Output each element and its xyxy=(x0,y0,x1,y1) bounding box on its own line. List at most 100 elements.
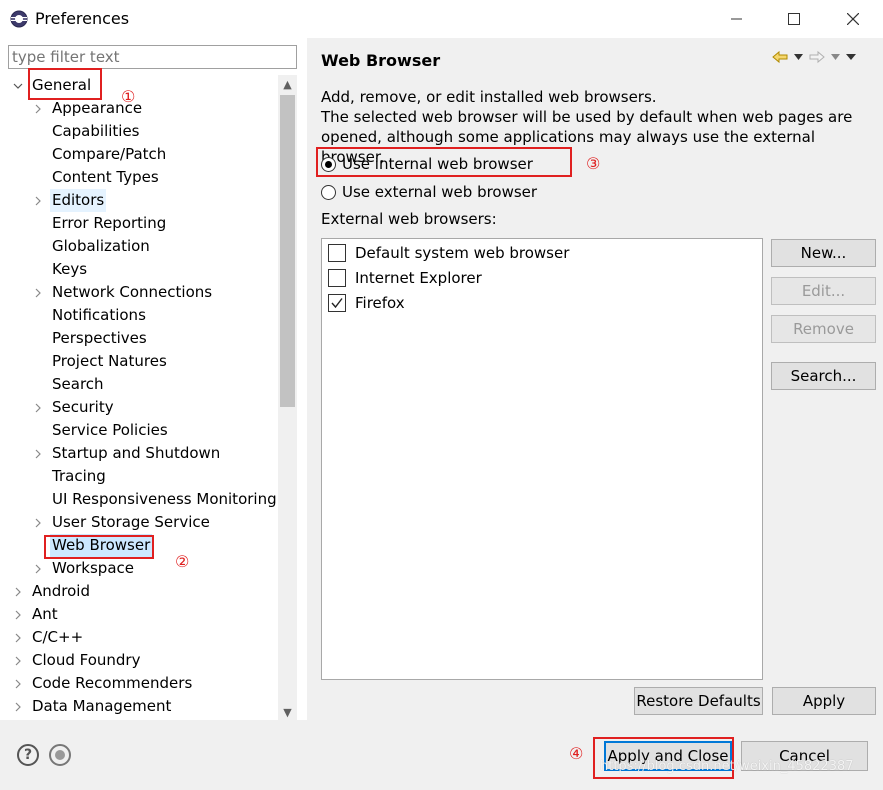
radio-external[interactable] xyxy=(321,184,336,200)
chevron-right-icon[interactable] xyxy=(32,511,44,534)
scrollbar-thumb[interactable] xyxy=(280,95,295,407)
chevron-right-icon[interactable] xyxy=(12,672,24,695)
edit-button[interactable]: Edit... xyxy=(771,277,876,305)
forward-arrow-icon[interactable] xyxy=(809,50,825,64)
external-browser-option[interactable]: Use external web browser xyxy=(321,180,537,204)
tree-item[interactable]: Workspace xyxy=(8,557,278,580)
tree-item-label: Startup and Shutdown xyxy=(52,444,221,462)
tree-item[interactable]: Capabilities xyxy=(8,120,278,143)
tree-item-label: Security xyxy=(52,398,114,416)
chevron-right-icon[interactable] xyxy=(32,97,44,120)
tree-item[interactable]: Tracing xyxy=(8,465,278,488)
browser-checkbox[interactable] xyxy=(328,269,346,287)
tree-item-label: User Storage Service xyxy=(52,513,210,531)
tree-item-label: Capabilities xyxy=(52,122,140,140)
tree-item[interactable]: Error Reporting xyxy=(8,212,278,235)
tree-item[interactable]: Code Recommenders xyxy=(8,672,278,695)
preference-tree-panel: GeneralAppearanceCapabilitiesCompare/Pat… xyxy=(0,38,308,721)
chevron-right-icon[interactable] xyxy=(32,189,44,212)
remove-button[interactable]: Remove xyxy=(771,315,876,343)
description-line: Add, remove, or edit installed web brows… xyxy=(321,88,657,106)
restore-defaults-button[interactable]: Restore Defaults xyxy=(634,687,763,715)
chevron-right-icon[interactable] xyxy=(12,695,24,718)
tree-item[interactable]: Keys xyxy=(8,258,278,281)
watermark: https://blog.csdn.net/weixin_45822387 xyxy=(600,759,854,774)
browser-checkbox[interactable] xyxy=(328,244,346,262)
tree-item[interactable]: Search xyxy=(8,373,278,396)
preference-tree: General Appearance Capabilities Compare/Pat… xyxy=(8,74,297,720)
tree-item-label: Workspace xyxy=(52,559,134,577)
tree-item[interactable]: Content Types xyxy=(8,166,278,189)
tree-scrollbar[interactable]: ▲ ▼ xyxy=(278,75,297,721)
tree-item-label: Cloud Foundry xyxy=(32,651,141,669)
minimize-button[interactable] xyxy=(708,0,766,38)
list-item[interactable]: Default system web browser xyxy=(328,241,569,265)
forward-menu-chevron-icon[interactable] xyxy=(831,54,840,60)
back-arrow-icon[interactable] xyxy=(772,50,788,64)
view-menu-icon[interactable] xyxy=(846,54,856,60)
dialog-button-bar: ? Apply and Close Cancel xyxy=(0,720,883,790)
tree-item[interactable]: Project Natures xyxy=(8,350,278,373)
tree-item[interactable]: Android xyxy=(8,580,278,603)
checkmark-icon xyxy=(331,298,343,309)
tree-item-label: Compare/Patch xyxy=(52,145,167,163)
browser-checkbox[interactable] xyxy=(328,294,346,312)
tree-item[interactable]: User Storage Service xyxy=(8,511,278,534)
annotation-box-general xyxy=(28,68,102,100)
tree-item[interactable]: Data Management xyxy=(8,695,278,718)
tree-item-label: UI Responsiveness Monitoring xyxy=(52,490,277,508)
tree-item[interactable]: UI Responsiveness Monitoring xyxy=(8,488,278,511)
tree-item[interactable]: C/C++ xyxy=(8,626,278,649)
tree-item-label: Code Recommenders xyxy=(32,674,193,692)
tree-item-label: Service Policies xyxy=(52,421,168,439)
tree-item-label: C/C++ xyxy=(32,628,84,646)
title-bar: Preferences xyxy=(0,0,883,38)
chevron-right-icon[interactable] xyxy=(12,626,24,649)
chevron-right-icon[interactable] xyxy=(32,442,44,465)
filter-input[interactable] xyxy=(8,45,297,69)
search-button[interactable]: Search... xyxy=(771,362,876,390)
tree-item[interactable]: Notifications xyxy=(8,304,278,327)
tree-item[interactable]: Compare/Patch xyxy=(8,143,278,166)
external-browsers-label: External web browsers: xyxy=(321,210,497,228)
tree-item[interactable]: Globalization xyxy=(8,235,278,258)
tree-item[interactable]: Startup and Shutdown xyxy=(8,442,278,465)
chevron-right-icon[interactable] xyxy=(32,281,44,304)
tree-item[interactable]: Editors xyxy=(8,189,278,212)
chevron-right-icon[interactable] xyxy=(12,603,24,626)
apply-button[interactable]: Apply xyxy=(772,687,876,715)
maximize-button[interactable] xyxy=(765,0,823,38)
annotation-number-1: ① xyxy=(121,87,136,106)
tree-item[interactable]: Cloud Foundry xyxy=(8,649,278,672)
close-button[interactable] xyxy=(824,0,882,38)
minimize-icon xyxy=(731,18,742,20)
page-title: Web Browser xyxy=(321,51,441,70)
annotation-number-2: ② xyxy=(175,552,190,571)
eclipse-app-icon xyxy=(10,10,28,28)
window-title: Preferences xyxy=(35,9,130,28)
chevron-right-icon[interactable] xyxy=(32,396,44,419)
chevron-down-icon[interactable] xyxy=(12,74,24,97)
tree-item-label: Perspectives xyxy=(52,329,147,347)
tree-item[interactable]: Service Policies xyxy=(8,419,278,442)
chevron-right-icon[interactable] xyxy=(12,580,24,603)
annotation-number-4: ④ xyxy=(569,744,584,763)
tree-item[interactable]: Appearance xyxy=(8,97,278,120)
tree-item-label: Error Reporting xyxy=(52,214,167,232)
tree-item[interactable]: Security xyxy=(8,396,278,419)
chevron-right-icon[interactable] xyxy=(32,557,44,580)
tree-item-label: Keys xyxy=(52,260,88,278)
tree-item[interactable]: Ant xyxy=(8,603,278,626)
chevron-right-icon[interactable] xyxy=(12,649,24,672)
scroll-down-icon[interactable]: ▼ xyxy=(278,703,297,721)
help-icon[interactable]: ? xyxy=(17,744,39,766)
new-button[interactable]: New... xyxy=(771,239,876,267)
tree-item[interactable]: Network Connections xyxy=(8,281,278,304)
tree-item-label: Tracing xyxy=(52,467,106,485)
record-macro-icon[interactable] xyxy=(49,744,71,766)
scroll-up-icon[interactable]: ▲ xyxy=(278,75,297,93)
back-menu-chevron-icon[interactable] xyxy=(794,54,803,60)
tree-item[interactable]: Perspectives xyxy=(8,327,278,350)
list-item[interactable]: Internet Explorer xyxy=(328,266,482,290)
list-item[interactable]: Firefox xyxy=(328,291,405,315)
